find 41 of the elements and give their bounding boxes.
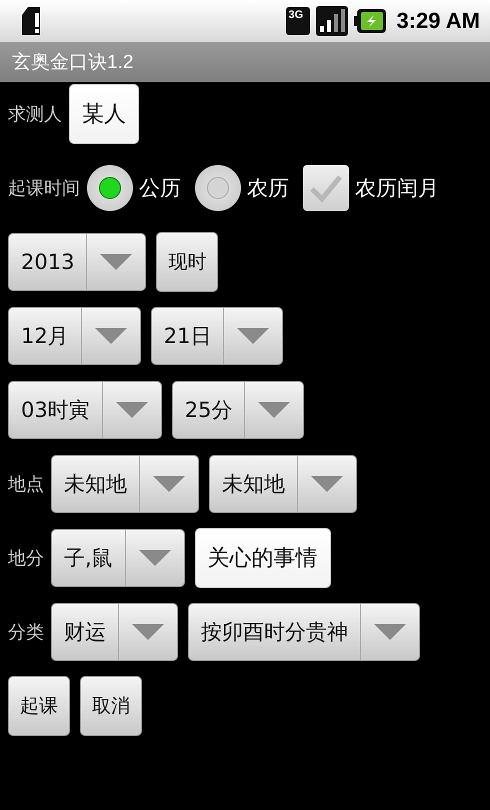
caret-icon bbox=[132, 624, 164, 640]
caret-icon bbox=[258, 402, 290, 418]
caret-icon bbox=[153, 476, 185, 492]
dropdown[interactable]: 25分 bbox=[172, 381, 304, 439]
field-label: 求测人 bbox=[8, 103, 62, 126]
caret-icon bbox=[237, 328, 270, 344]
dropdown[interactable]: 未知地 bbox=[51, 455, 199, 513]
dropdown[interactable]: 03时寅 bbox=[8, 381, 162, 439]
dropdown[interactable]: 21日 bbox=[150, 307, 284, 365]
window-title: 玄奥金口诀1.2 bbox=[12, 51, 134, 75]
radio-label: 农历 bbox=[247, 175, 289, 202]
caret-icon bbox=[116, 402, 148, 418]
dropdown[interactable]: 2013 bbox=[8, 233, 146, 291]
clock: 3:29 AM bbox=[396, 8, 480, 34]
radio-label: 公历 bbox=[139, 175, 181, 202]
field-label: 分类 bbox=[8, 621, 44, 644]
input-field[interactable]: 关心的事情 bbox=[194, 528, 331, 588]
dropdown[interactable]: 未知地 bbox=[209, 455, 357, 513]
dropdown[interactable]: 财运 bbox=[51, 603, 178, 661]
signal-icon bbox=[316, 6, 348, 36]
dropdown[interactable]: 12月 bbox=[8, 307, 141, 365]
button[interactable]: 现时 bbox=[156, 232, 218, 292]
caret-icon bbox=[94, 328, 127, 344]
caret-icon bbox=[100, 254, 132, 270]
checkbox-label: 农历闰月 bbox=[355, 175, 439, 202]
network-icon: 3G bbox=[286, 7, 310, 35]
caret-icon bbox=[138, 550, 171, 566]
battery-icon bbox=[354, 8, 386, 34]
field-label: 地点 bbox=[8, 473, 44, 496]
checkbox[interactable] bbox=[303, 165, 349, 211]
input-field[interactable]: 某人 bbox=[69, 84, 139, 144]
radio-button[interactable] bbox=[195, 165, 241, 211]
dropdown[interactable]: 按卯酉时分贵神 bbox=[188, 603, 420, 661]
field-label: 起课时间 bbox=[8, 177, 80, 200]
caret-icon bbox=[374, 624, 406, 640]
field-label: 地分 bbox=[8, 547, 44, 570]
radio-button[interactable] bbox=[87, 165, 133, 211]
button[interactable]: 起课 bbox=[8, 676, 70, 736]
dropdown[interactable]: 子,鼠 bbox=[51, 529, 185, 587]
button[interactable]: 取消 bbox=[80, 676, 142, 736]
caret-icon bbox=[311, 476, 343, 492]
